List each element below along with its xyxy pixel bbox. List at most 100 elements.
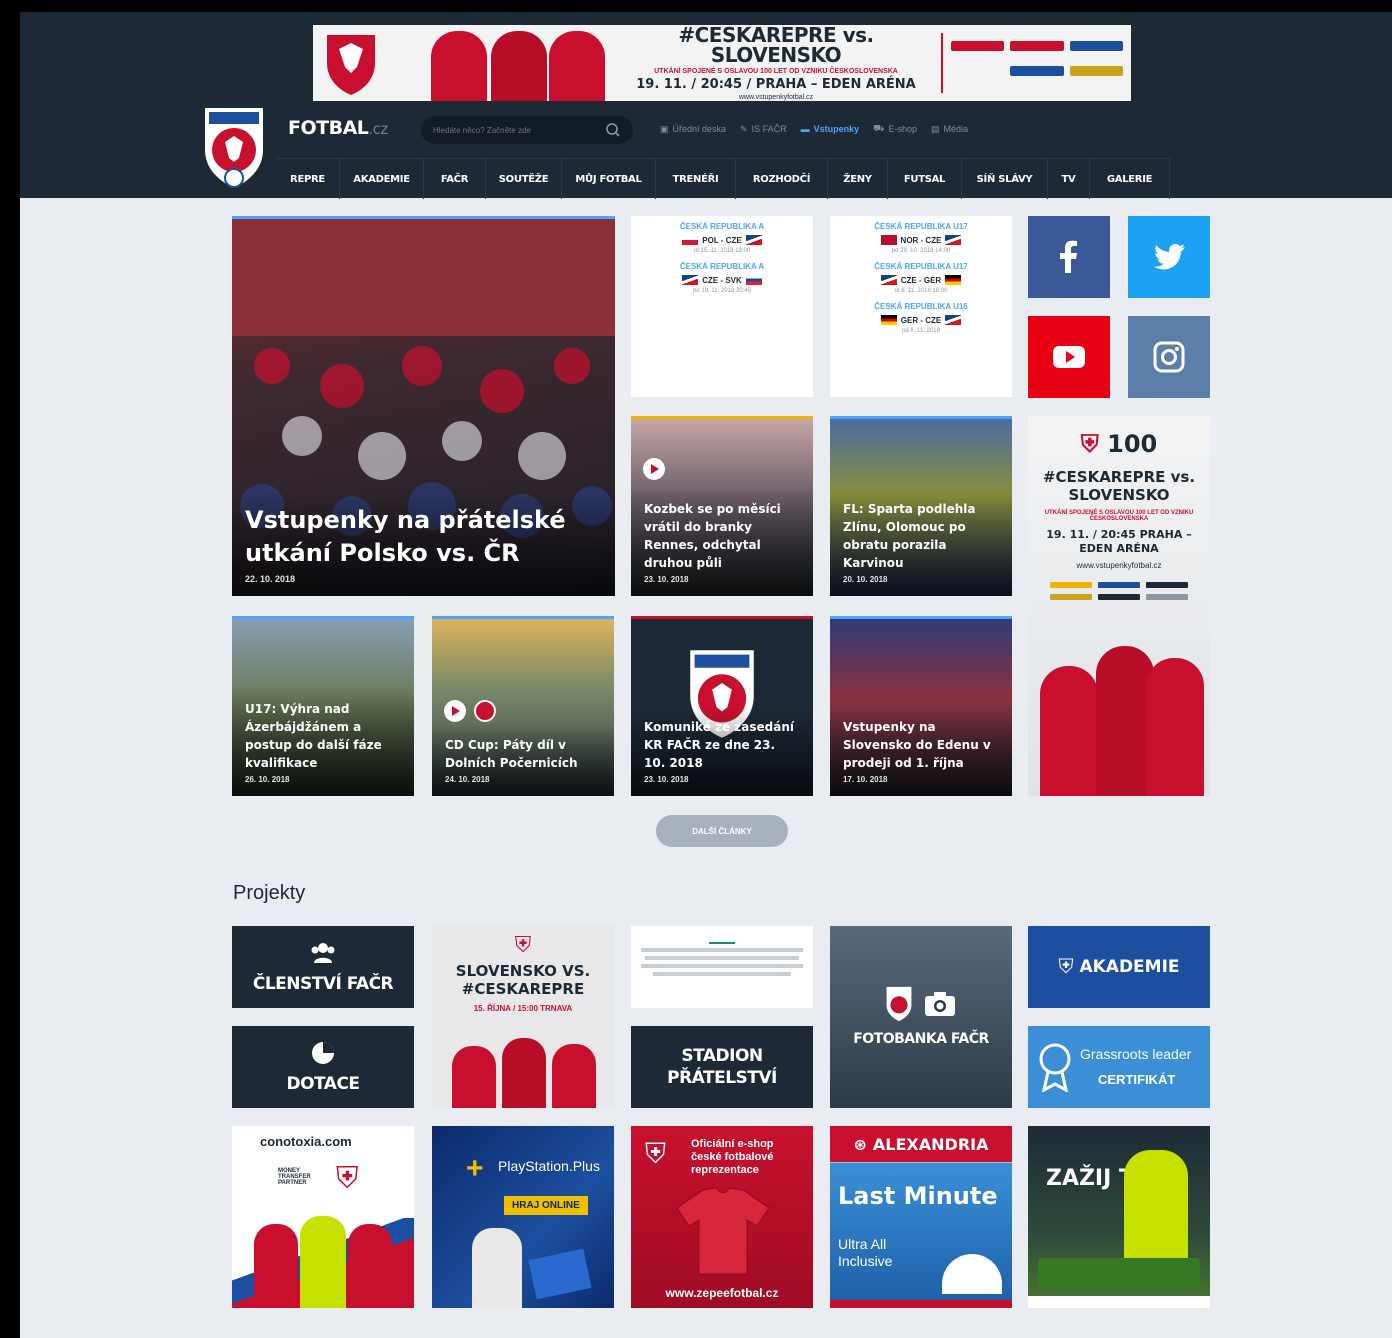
banner-date-place: 19. 11. / 20:45 / PRAHA – EDEN ARÉNA — [636, 77, 916, 92]
nav-zeny[interactable]: ŽENY — [828, 159, 888, 199]
ad-eshop-url: www.zepeefotbal.cz — [665, 1286, 779, 1300]
link-uredni-deska[interactable]: ▣ Úřední deska — [660, 123, 726, 135]
ad-alexandria-header: ⊛ ALEXANDRIA — [830, 1126, 1012, 1162]
nav-sin-slavy[interactable]: SÍŇ SLÁVY — [962, 159, 1048, 199]
top-banner-ad[interactable]: #CESKAREPRE vs. SLOVENSKO UTKÁNÍ SPOJENÉ… — [313, 25, 1131, 101]
match-teams: CZE - SVK — [702, 275, 742, 285]
ad-text-line — [641, 964, 803, 968]
card-overlay: Kozbek se po měsíci vrátil do branky Ren… — [631, 488, 813, 596]
match-teams: CZE - GER — [900, 275, 942, 285]
hero-topline — [232, 216, 615, 219]
card-topline — [232, 616, 414, 619]
shield-icon: ⛨ — [336, 1162, 359, 1195]
page: #CESKAREPRE vs. SLOVENSKO UTKÁNÍ SPOJENÉ… — [20, 12, 1392, 1338]
ad-text-line — [653, 972, 791, 976]
nav-futsal[interactable]: FUTSAL — [888, 159, 962, 199]
card-topline — [830, 416, 1012, 419]
nav-akademie[interactable]: AKADEMIE — [340, 159, 424, 199]
match-item[interactable]: ČESKÁ REPUBLIKA U16 GER - CZE pá 6. 11. … — [840, 302, 1002, 334]
match-item[interactable]: ČESKÁ REPUBLIKA A CZE - SVK po 19. 11. 2… — [641, 262, 803, 294]
ad-zazij-to[interactable]: ZAŽIJ TO — [1028, 1126, 1210, 1308]
nav-galerie[interactable]: GALERIE — [1090, 159, 1170, 199]
pencil-icon: ✎ — [740, 123, 748, 134]
nav-souteze[interactable]: SOUTĚŽE — [486, 159, 562, 199]
search-box[interactable] — [421, 116, 633, 144]
match-item[interactable]: ČESKÁ REPUBLIKA U17 CZE - GER út 6. 11. … — [840, 262, 1002, 294]
side-banner-ad[interactable]: ⛨ 100 #CESKAREPRE vs. SLOVENSKO UTKÁNÍ S… — [1028, 416, 1210, 796]
article-card[interactable]: U17: Výhra nad Ázerbájdžánem a postup do… — [232, 616, 414, 796]
search-input[interactable] — [433, 125, 605, 135]
nav-repre[interactable]: REPRE — [276, 159, 340, 199]
ad-footer-strip — [1028, 1296, 1210, 1308]
card-title: Komuniké ze zasedání KR FAČR ze dne 23. … — [644, 720, 795, 770]
article-card[interactable]: Kozbek se po měsíci vrátil do branky Ren… — [631, 416, 813, 596]
project-grassroots[interactable]: Grassroots leader CERTIFIKÁT — [1028, 1026, 1210, 1108]
nav-treneri[interactable]: TRENÉŘI — [656, 159, 736, 199]
ad-conotoxia[interactable]: conotoxia.com MONEY TRANSFER PARTNER ⛨ — [232, 1126, 414, 1308]
search-icon[interactable] — [605, 122, 621, 138]
facebook-tile[interactable] — [1028, 216, 1110, 298]
match-line: GER - CZE — [840, 315, 1002, 325]
project-dotace[interactable]: DOTACE — [232, 1026, 414, 1108]
project-akademie[interactable]: ⛨ AKADEMIE — [1028, 926, 1210, 1008]
ticket-icon: ▬ — [800, 124, 810, 134]
flag-nor-icon — [880, 235, 897, 245]
flag-cze-icon — [945, 235, 962, 245]
ad-ps-label: PlayStation.Plus — [498, 1158, 600, 1174]
card-date: 23. 10. 2018 — [644, 575, 689, 584]
article-card[interactable]: CD Cup: Páty díl v Dolních Počernicích 2… — [432, 616, 614, 796]
link-eshop[interactable]: ⛟ E-shop — [873, 123, 917, 135]
hero-article[interactable]: Vstupenky na přátelské utkání Polsko vs.… — [232, 216, 615, 596]
ps-plus-icon: + — [466, 1152, 484, 1185]
project-slovensko-ad[interactable]: ⛨ SLOVENSKO VS. #CESKAREPRE 15. ŘÍJNA / … — [432, 926, 614, 1108]
banner-partner-logos — [941, 33, 1131, 93]
card-date: 17. 10. 2018 — [843, 775, 888, 784]
projects-heading: Projekty — [233, 882, 306, 904]
facr-logo[interactable] — [203, 106, 265, 190]
nav-tv[interactable]: TV — [1048, 159, 1090, 199]
link-media[interactable]: ▤ Média — [931, 123, 968, 135]
project-text-ad[interactable] — [631, 926, 813, 1008]
project-stadion[interactable]: STADION PŘÁTELSTVÍ — [631, 1026, 813, 1108]
flag-cze-icon — [745, 235, 762, 245]
link-is-facr[interactable]: ✎ IS FAČR — [740, 123, 787, 135]
project-clenstvi[interactable]: ČLENSTVÍ FAČR — [232, 926, 414, 1008]
link-vstupenky[interactable]: ▬ Vstupenky — [801, 123, 860, 135]
ad-alexandria[interactable]: ⊛ ALEXANDRIA Last Minute Ultra All Inclus… — [830, 1126, 1012, 1308]
banner-text: #CESKAREPRE vs. SLOVENSKO UTKÁNÍ SPOJENÉ… — [611, 25, 941, 101]
project-fotobanka[interactable]: FOTOBANKA FAČR — [830, 926, 1012, 1108]
alexandria-logo-icon: ⊛ — [853, 1134, 867, 1154]
link-label: E-shop — [888, 124, 917, 134]
nav-muj-fotbal[interactable]: MŮJ FOTBAL — [562, 159, 656, 199]
match-widget-a[interactable]: ČESKÁ REPUBLIKA A POL - CZE út 15. 11. 2… — [631, 216, 813, 397]
nav-facr[interactable]: FAČR — [424, 159, 486, 199]
match-item[interactable]: ČESKÁ REPUBLIKA U17 NOR - CZE po 29. 10.… — [840, 222, 1002, 254]
match-team: ČESKÁ REPUBLIKA A — [679, 222, 765, 231]
ad-playstation[interactable]: + PlayStation.Plus HRAJ ONLINE — [432, 1126, 614, 1308]
main-nav: REPRE AKADEMIE FAČR SOUTĚŽE MŮJ FOTBAL T… — [276, 158, 1170, 199]
article-card[interactable]: FL: Sparta podlehla Zlínu, Olomouc po ob… — [830, 416, 1012, 596]
youtube-tile[interactable] — [1028, 316, 1110, 398]
card-overlay: CD Cup: Páty díl v Dolních Počernicích 2… — [432, 724, 614, 796]
ad-players — [452, 1036, 596, 1108]
ad-eshop[interactable]: ⛨ Oficiální e-shop české fotbalové repre… — [631, 1126, 813, 1308]
twitter-icon — [1154, 244, 1185, 270]
link-label: Úřední deska — [672, 124, 727, 134]
brand-name[interactable]: FOTBAL.cz — [288, 117, 388, 139]
match-widget-b[interactable]: ČESKÁ REPUBLIKA U17 NOR - CZE po 29. 10.… — [830, 216, 1012, 397]
ad-alexandria-label: ALEXANDRIA — [872, 1134, 989, 1154]
instagram-tile[interactable] — [1128, 316, 1210, 398]
match-item[interactable]: ČESKÁ REPUBLIKA A POL - CZE út 15. 11. 2… — [641, 222, 803, 254]
nav-rozhodci[interactable]: ROZHODČÍ — [736, 159, 828, 199]
more-articles-button[interactable]: DALŠÍ ČLÁNKY — [656, 815, 788, 847]
article-card[interactable]: Vstupenky na Slovensko do Edenu v prodej… — [830, 616, 1012, 796]
brand-text: FOTBAL — [288, 117, 369, 139]
card-title: FL: Sparta podlehla Zlínu, Olomouc po ob… — [843, 502, 976, 570]
pie-chart-icon — [312, 1041, 334, 1064]
twitter-tile[interactable] — [1128, 216, 1210, 298]
project-label: STADION PŘÁTELSTVÍ — [667, 1045, 777, 1088]
card-date: 26. 10. 2018 — [245, 775, 290, 784]
flag-cze-icon — [682, 275, 699, 285]
match-date: út 15. 11. 2018 18:00 — [693, 248, 751, 254]
article-card[interactable]: Komuniké ze zasedání KR FAČR ze dne 23. … — [631, 616, 813, 796]
